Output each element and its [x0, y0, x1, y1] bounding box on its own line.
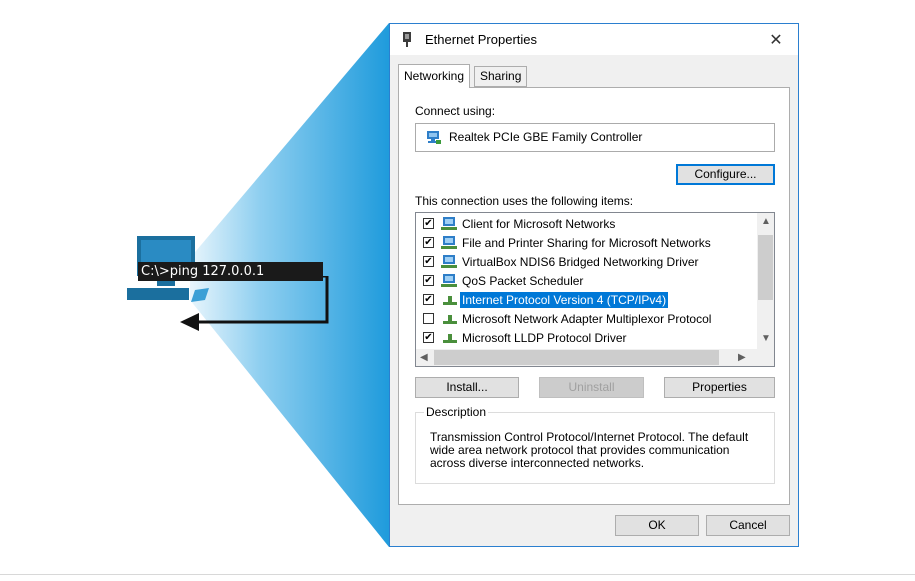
items-label: This connection uses the following items… — [415, 194, 634, 208]
item-checkbox[interactable]: ✔ — [423, 275, 434, 286]
uninstall-button[interactable]: Uninstall — [539, 377, 644, 398]
list-item[interactable]: ✔ Internet Protocol Version 4 (TCP/IPv4) — [416, 291, 756, 310]
item-checkbox[interactable] — [423, 313, 434, 324]
list-item[interactable]: ✔ VirtualBox NDIS6 Bridged Networking Dr… — [416, 253, 756, 272]
protocol-icon — [443, 334, 457, 343]
item-label: Microsoft Network Adapter Multiplexor Pr… — [462, 312, 712, 326]
connection-items-list[interactable]: ✔ Client for Microsoft Networks ✔ File a… — [415, 212, 775, 367]
divider — [0, 574, 915, 575]
item-checkbox[interactable]: ✔ — [423, 237, 434, 248]
chevron-down-icon[interactable]: ▼ — [761, 333, 771, 344]
protocol-icon — [443, 296, 457, 305]
description-group: Description Transmission Control Protoco… — [415, 405, 775, 484]
adapter-field: Realtek PCIe GBE Family Controller — [415, 123, 775, 152]
network-service-icon — [441, 274, 457, 287]
item-label: VirtualBox NDIS6 Bridged Networking Driv… — [462, 255, 699, 269]
scroll-thumb[interactable] — [434, 350, 719, 365]
list-item[interactable]: ✔ File and Printer Sharing for Microsoft… — [416, 234, 756, 253]
list-item[interactable]: ✔ QoS Packet Scheduler — [416, 272, 756, 291]
close-button[interactable]: ✕ — [754, 24, 798, 55]
item-checkbox[interactable]: ✔ — [423, 332, 434, 343]
close-icon: ✕ — [769, 31, 783, 49]
tab-networking[interactable]: Networking — [398, 64, 471, 88]
ethernet-properties-dialog: Ethernet Properties ✕ Networking Sharing… — [389, 23, 799, 547]
item-label: Microsoft LLDP Protocol Driver — [462, 331, 627, 345]
item-checkbox[interactable]: ✔ — [423, 256, 434, 267]
network-adapter-icon — [403, 32, 411, 47]
item-label: File and Printer Sharing for Microsoft N… — [462, 236, 711, 250]
list-item[interactable]: Microsoft Network Adapter Multiplexor Pr… — [416, 310, 756, 329]
adapter-name: Realtek PCIe GBE Family Controller — [449, 130, 643, 144]
network-service-icon — [441, 236, 457, 249]
list-item[interactable]: ✔ Microsoft LLDP Protocol Driver — [416, 329, 756, 348]
return-arrow-icon — [180, 276, 329, 331]
configure-button[interactable]: Configure... — [676, 164, 775, 185]
networking-panel: Connect using: Realtek PCIe GBE Family C… — [398, 87, 790, 505]
network-service-icon — [441, 255, 457, 268]
properties-button[interactable]: Properties — [664, 377, 775, 398]
network-client-icon — [441, 217, 457, 230]
cancel-button[interactable]: Cancel — [706, 515, 790, 536]
vertical-scrollbar[interactable]: ▲ ▼ — [757, 213, 774, 349]
item-checkbox[interactable]: ✔ — [423, 294, 434, 305]
title-bar: Ethernet Properties ✕ — [390, 24, 798, 55]
item-label: QoS Packet Scheduler — [462, 274, 584, 288]
horizontal-scrollbar[interactable]: ◀ ▶ — [416, 349, 774, 366]
item-label: Internet Protocol Version 4 (TCP/IPv4) — [460, 292, 669, 308]
dialog-title: Ethernet Properties — [425, 32, 538, 47]
scroll-thumb[interactable] — [758, 235, 773, 300]
tab-sharing[interactable]: Sharing — [474, 66, 528, 87]
network-adapter-icon — [427, 131, 441, 144]
protocol-icon — [443, 315, 457, 324]
ok-button[interactable]: OK — [615, 515, 699, 536]
chevron-up-icon[interactable]: ▲ — [761, 216, 771, 227]
item-label: Client for Microsoft Networks — [462, 217, 616, 231]
description-legend: Description — [424, 405, 489, 419]
description-text: Transmission Control Protocol/Internet P… — [430, 430, 749, 470]
chevron-right-icon[interactable]: ▶ — [738, 352, 746, 363]
connect-using-label: Connect using: — [415, 104, 496, 118]
install-button[interactable]: Install... — [415, 377, 519, 398]
item-checkbox[interactable]: ✔ — [423, 218, 434, 229]
chevron-left-icon[interactable]: ◀ — [420, 352, 428, 363]
list-item[interactable]: ✔ Client for Microsoft Networks — [416, 215, 756, 234]
